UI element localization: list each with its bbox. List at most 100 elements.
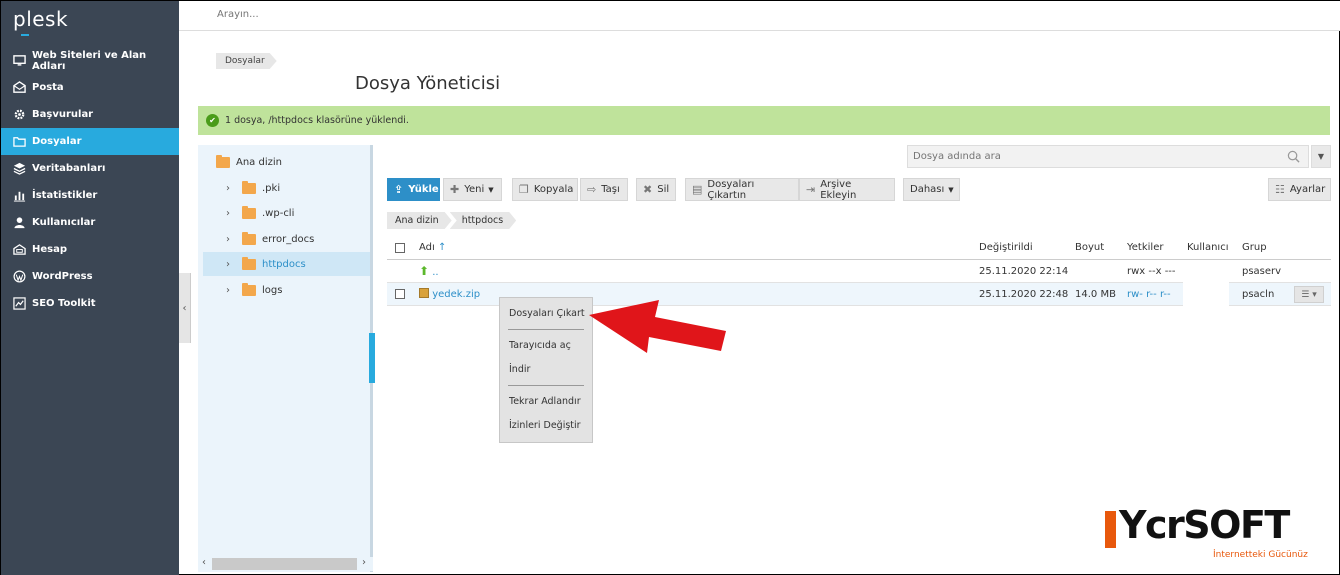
search-options-dropdown[interactable]: ▼ <box>1311 145 1331 168</box>
panel-splitter[interactable] <box>369 333 375 383</box>
file-search-input[interactable] <box>913 151 1283 162</box>
scroll-left-icon[interactable]: ‹ <box>202 557 206 568</box>
copy-button[interactable]: ❐ Kopyala <box>512 178 578 201</box>
sidebar-item-wordpress[interactable]: WordPress <box>1 263 179 290</box>
sidebar-item-label: İstatistikler <box>32 190 98 201</box>
sidebar-item-websites[interactable]: Web Siteleri ve Alan Adları <box>1 47 179 74</box>
seo-icon <box>13 297 26 310</box>
tree-item-error-docs[interactable]: › error_docs <box>226 227 314 251</box>
tree-item-label: .pki <box>262 182 281 194</box>
sidebar-item-label: Başvurular <box>32 109 94 120</box>
sidebar-item-applications[interactable]: Başvurular <box>1 101 179 128</box>
tree-item-httpdocs[interactable]: › httpdocs <box>203 252 370 276</box>
copy-icon: ❐ <box>519 183 529 196</box>
scrollbar-thumb[interactable] <box>212 558 357 570</box>
sidebar-item-databases[interactable]: Veritabanları <box>1 155 179 182</box>
table-row[interactable]: ⬆ .. 25.11.2020 22:14 rwx --x --- psaser… <box>387 260 1331 283</box>
sidebar-item-account[interactable]: Hesap <box>1 236 179 263</box>
settings-button[interactable]: ☷ Ayarlar <box>1268 178 1331 201</box>
menu-item-change-permissions[interactable]: İzinleri Değiştir <box>500 414 592 438</box>
permissions-cell[interactable]: rw- r-- r-- <box>1127 283 1171 306</box>
global-search-input[interactable] <box>217 9 517 20</box>
menu-item-rename[interactable]: Tekrar Adlandır <box>500 390 592 414</box>
move-button[interactable]: ⇨ Taşı <box>580 178 628 201</box>
add-to-archive-button[interactable]: ⇥ Arşive Ekleyin <box>799 178 895 201</box>
caret-down-icon: ▼ <box>948 185 954 194</box>
select-all-checkbox[interactable] <box>395 243 405 253</box>
logo-accent <box>21 34 29 36</box>
button-label: Ayarlar <box>1289 184 1326 195</box>
button-label: Dosyaları Çıkartın <box>707 178 755 201</box>
scroll-right-icon[interactable]: › <box>362 557 366 568</box>
extract-files-button[interactable]: ▤ Dosyaları Çıkartın <box>685 178 799 201</box>
column-header-user[interactable]: Kullanıcı <box>1187 237 1228 259</box>
watermark-name: YcrSOFT <box>1119 503 1290 547</box>
tree-item-pki[interactable]: › .pki <box>226 176 280 200</box>
sidebar-nav: Web Siteleri ve Alan Adları Posta Başvur… <box>1 47 179 317</box>
chevron-right-icon[interactable]: › <box>226 285 236 296</box>
file-name[interactable]: yedek.zip <box>432 289 480 300</box>
delete-button[interactable]: ✖ Sil <box>636 178 676 201</box>
tree-item-label: error_docs <box>262 233 315 245</box>
sidebar-item-label: WordPress <box>32 271 93 282</box>
alert-message: 1 dosya, /httpdocs klasörüne yüklendi. <box>225 115 409 126</box>
menu-item-open-in-browser[interactable]: Tarayıcıda aç <box>500 334 592 358</box>
move-arrow-icon: ⇨ <box>587 183 597 196</box>
path-crumb-httpdocs[interactable]: httpdocs <box>450 212 517 229</box>
page-title: Dosya Yöneticisi <box>355 73 501 94</box>
sidebar-item-seo-toolkit[interactable]: SEO Toolkit <box>1 290 179 317</box>
tree-item-logs[interactable]: › logs <box>226 278 282 302</box>
tree-item-wp-cli[interactable]: › .wp-cli <box>226 201 294 225</box>
file-name[interactable]: .. <box>432 267 438 278</box>
permissions-cell: rwx --x --- <box>1127 266 1176 277</box>
sidebar-collapse-handle[interactable]: ‹ <box>179 273 191 343</box>
upload-button[interactable]: ⇪ Yükle <box>387 178 440 201</box>
group-cell: psaserv <box>1242 266 1282 277</box>
column-header-permissions[interactable]: Yetkiler <box>1127 237 1163 259</box>
check-icon: ✔ <box>206 114 219 127</box>
watermark-tagline: İnternetteki Gücünüz <box>1213 550 1308 560</box>
breadcrumb[interactable]: Dosyalar <box>216 53 277 69</box>
column-header-name[interactable]: Adı ↑ <box>419 237 446 259</box>
tree-horizontal-scrollbar[interactable]: ‹ › <box>198 557 373 571</box>
new-button[interactable]: ✚ Yeni ▼ <box>443 178 502 201</box>
row-actions-menu-button[interactable]: ☰ ▾ <box>1294 286 1324 303</box>
column-header-group[interactable]: Grup <box>1242 237 1267 259</box>
search-icon[interactable] <box>1287 150 1300 163</box>
tree-item-label: httpdocs <box>262 258 306 270</box>
parent-dir-cell[interactable]: ⬆ .. <box>419 260 439 283</box>
column-header-size[interactable]: Boyut <box>1075 237 1104 259</box>
chevron-right-icon[interactable]: › <box>226 259 236 270</box>
header-label: Adı <box>419 242 435 253</box>
folder-icon <box>242 180 256 194</box>
chevron-right-icon[interactable]: › <box>226 208 236 219</box>
path-crumb-root[interactable]: Ana dizin <box>387 212 452 229</box>
chevron-right-icon[interactable]: › <box>226 183 236 194</box>
sidebar-item-label: Veritabanları <box>32 163 106 174</box>
sidebar-item-users[interactable]: Kullanıcılar <box>1 209 179 236</box>
delete-icon: ✖ <box>643 183 653 196</box>
sidebar-item-mail[interactable]: Posta <box>1 74 179 101</box>
tree-item-label: .wp-cli <box>262 207 295 219</box>
row-checkbox[interactable] <box>395 289 405 299</box>
top-bar <box>179 1 1340 31</box>
redacted-area <box>1183 283 1229 306</box>
chevron-right-icon[interactable]: › <box>226 234 236 245</box>
monitor-icon <box>13 54 26 67</box>
folder-icon <box>242 256 256 270</box>
button-label: Yükle <box>408 184 439 195</box>
sidebar-item-statistics[interactable]: İstatistikler <box>1 182 179 209</box>
menu-item-extract-files[interactable]: Dosyaları Çıkart <box>500 302 592 326</box>
file-name-cell[interactable]: yedek.zip <box>419 283 480 306</box>
folder-icon <box>13 135 26 148</box>
sidebar-item-files[interactable]: Dosyalar <box>1 128 179 155</box>
folder-tree: Ana dizin › .pki › .wp-cli › error_docs … <box>198 145 373 572</box>
button-label: Sil <box>657 184 670 195</box>
tree-item-root[interactable]: Ana dizin <box>216 150 282 174</box>
sidebar: plesk Web Siteleri ve Alan Adları Posta … <box>1 1 179 575</box>
plesk-logo[interactable]: plesk <box>13 7 68 31</box>
menu-item-download[interactable]: İndir <box>500 358 592 382</box>
column-header-modified[interactable]: Değiştirildi <box>979 237 1033 259</box>
more-button[interactable]: Dahası ▼ <box>903 178 960 201</box>
button-label: Yeni <box>464 184 485 195</box>
